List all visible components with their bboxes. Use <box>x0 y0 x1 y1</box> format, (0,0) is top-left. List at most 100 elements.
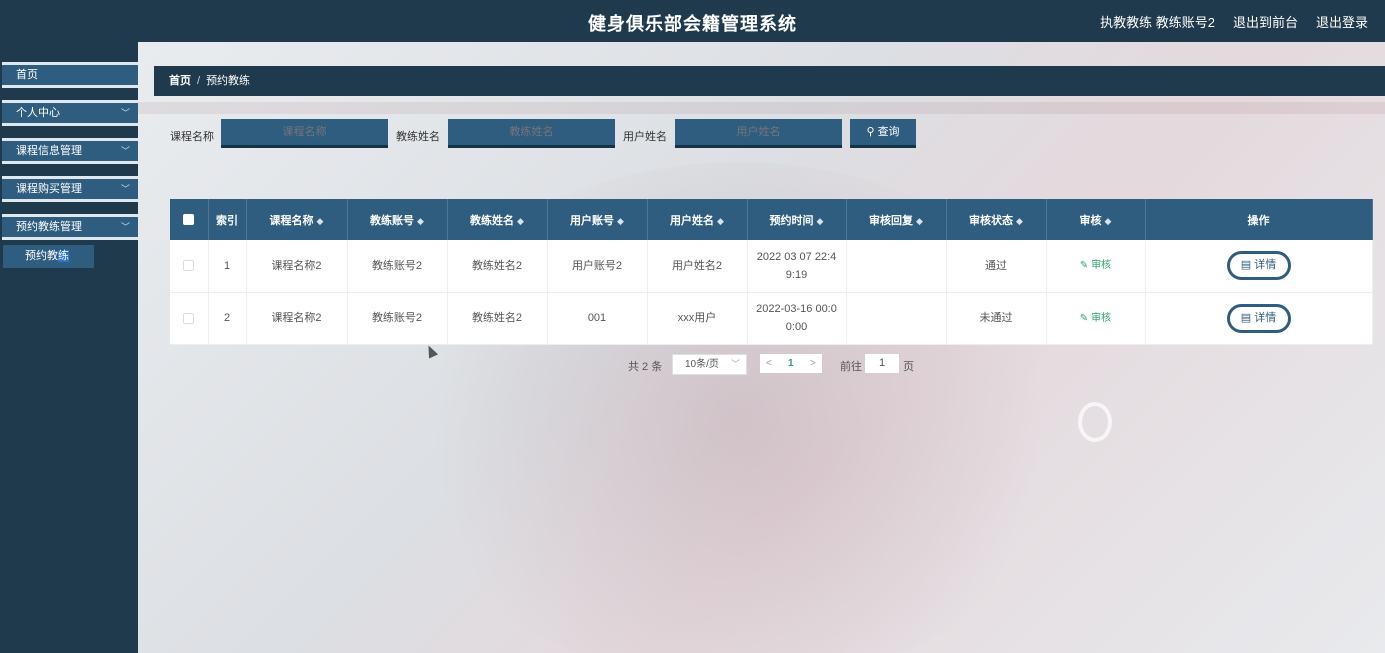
cell-coach-account: 教练账号2 <box>347 292 448 345</box>
breadcrumb-home[interactable]: 首页 <box>169 75 191 87</box>
sort-icon[interactable]: ◆ <box>517 216 524 226</box>
column-header-label: 教练账号 <box>370 214 415 227</box>
current-user-info: 执教教练 教练账号2 <box>1100 15 1215 30</box>
search-icon: ⚲ <box>866 126 875 138</box>
detail-button-label: 详情 <box>1254 311 1277 324</box>
column-header-coach-name[interactable]: 教练姓名 ◆ <box>447 199 548 240</box>
cell-coach-account: 教练账号2 <box>347 240 448 293</box>
sort-icon[interactable]: ◆ <box>417 216 424 226</box>
sidebar-item-course-purchase[interactable]: 课程购买管理 ﹀ <box>2 176 138 202</box>
chevron-down-icon: ﹀ <box>120 184 130 194</box>
sidebar-subitem-book-coach[interactable]: 预约教练 <box>3 245 94 268</box>
sidebar-item-course-info[interactable]: 课程信息管理 ﹀ <box>2 138 138 164</box>
row-checkbox[interactable] <box>183 260 195 272</box>
chevron-up-icon: ﹀ <box>120 222 130 232</box>
column-header-label: 用户姓名 <box>670 214 715 227</box>
sidebar-subitem-label: 预约教 <box>25 250 58 262</box>
column-header-audit-status[interactable]: 审核状态 ◆ <box>946 199 1047 240</box>
search-button[interactable]: ⚲ 查询 <box>850 119 916 148</box>
cell-coach-name: 教练姓名2 <box>447 240 548 293</box>
cell-audit-reply <box>846 240 947 293</box>
sort-icon[interactable]: ◆ <box>1016 216 1023 226</box>
page-number-current[interactable]: 1 <box>788 354 794 373</box>
main-content: 首页/预约教练 课程名称 教练姓名 用户姓名 ⚲ 查询 索引 课程名称◆ 教练账… <box>138 42 1385 653</box>
column-header-audit-reply[interactable]: 审核回复 ◆ <box>846 199 947 240</box>
booking-table: 索引 课程名称 ◆ 教练账号 ◆ 教练姓名 ◆ 用户账号 ◆ 用户姓名 ◆ 预约时间 ◆ 审… <box>170 199 1373 345</box>
logout-link[interactable]: 退出登录 <box>1316 12 1368 31</box>
goto-page-input[interactable]: 1 <box>865 354 899 373</box>
cell-user-account: 001 <box>547 292 648 345</box>
cell-user-name: 用户姓名2 <box>647 240 748 293</box>
audit-link-label: 审核 <box>1091 312 1112 324</box>
sidebar-item-label: 预约教练管理 <box>16 221 82 233</box>
sidebar-item-label: 课程购买管理 <box>16 183 82 195</box>
sidebar-item-personal-center[interactable]: 个人中心 ﹀ <box>2 100 138 126</box>
cell-user-name: xxx用户 <box>647 292 748 345</box>
select-all-checkbox[interactable] <box>183 214 195 226</box>
cell-index: 2 <box>208 292 247 345</box>
column-header-label: 预约时间 <box>769 214 814 227</box>
page-size-select[interactable]: 10条/页 ﹀ <box>672 354 747 375</box>
sort-icon[interactable]: ◆ <box>617 216 624 226</box>
column-header-user-name[interactable]: 用户姓名 ◆ <box>647 199 748 240</box>
page-nav: < 1 > <box>760 354 822 373</box>
sort-icon[interactable]: ◆ <box>317 216 324 226</box>
detail-button-label: 详情 <box>1254 259 1277 272</box>
cell-index: 1 <box>208 240 247 293</box>
sort-icon[interactable]: ◆ <box>717 216 724 226</box>
page-size-value: 10条/页 <box>685 359 719 370</box>
detail-button[interactable]: ▤ 详情 <box>1226 251 1291 281</box>
row-checkbox[interactable] <box>183 312 195 324</box>
sort-icon[interactable]: ◆ <box>916 216 923 226</box>
prev-page-button[interactable]: < <box>766 354 772 373</box>
cell-booking-time: 2022 03 07 22:4 9:19 <box>747 240 847 293</box>
sidebar-item-label: 课程信息管理 <box>16 145 82 157</box>
background-ring <box>1078 402 1112 442</box>
detail-button[interactable]: ▤ 详情 <box>1226 303 1291 333</box>
cell-course: 课程名称2 <box>246 292 348 345</box>
user-name-input[interactable] <box>675 119 842 148</box>
sidebar-item-home[interactable]: 首页 <box>2 62 138 88</box>
breadcrumb: 首页 / 预约教练 <box>154 66 1385 96</box>
sidebar-item-coach-booking[interactable]: 预约教练管理 ﹀ <box>2 214 138 240</box>
chevron-down-icon: ﹀ <box>730 359 740 369</box>
cell-audit: ✎ 审核 <box>1046 240 1146 293</box>
column-header-label: 操作 <box>1247 214 1270 227</box>
column-header-audit[interactable]: 审核 ◆ <box>1046 199 1146 240</box>
audit-link[interactable]: ✎ 审核 <box>1080 260 1111 271</box>
cell-actions: ▤ 详情 <box>1145 292 1373 345</box>
coach-name-input[interactable] <box>448 119 615 148</box>
column-header-label: 课程名称 <box>269 214 314 227</box>
next-page-button[interactable]: > <box>810 354 816 373</box>
row-select-cell[interactable] <box>170 292 209 345</box>
chevron-down-icon: ﹀ <box>120 108 130 118</box>
column-header-booking-time[interactable]: 预约时间 ◆ <box>747 199 847 240</box>
document-icon: ▤ <box>1240 259 1252 272</box>
breadcrumb-current: 预约教练 <box>206 75 251 87</box>
document-icon: ▤ <box>1240 311 1252 324</box>
chevron-down-icon: ﹀ <box>120 146 130 156</box>
audit-link[interactable]: ✎ 审核 <box>1080 313 1111 324</box>
column-header-index: 索引 <box>208 199 247 240</box>
goto-front-link[interactable]: 退出到前台 <box>1233 12 1298 31</box>
table-row: 2 课程名称2 教练账号2 教练姓名2 001 xxx用户 2022-03-16… <box>170 292 1373 345</box>
sort-icon[interactable]: ◆ <box>1105 216 1112 226</box>
column-header-course[interactable]: 课程名称 ◆ <box>246 199 348 240</box>
audit-link-label: 审核 <box>1091 260 1112 272</box>
table-row: 1 课程名称2 教练账号2 教练姓名2 用户账号2 用户姓名2 2022 03 … <box>170 240 1373 293</box>
row-select-cell[interactable] <box>170 240 209 293</box>
sidebar-subitem-label-highlight: 练 <box>58 250 69 262</box>
page-suffix: 页 <box>903 361 914 373</box>
sidebar-item-label: 个人中心 <box>16 107 60 119</box>
pagination-total: 共 2 条 <box>628 361 663 373</box>
cell-audit-status: 通过 <box>946 240 1047 293</box>
select-all-header[interactable] <box>170 199 209 240</box>
sort-icon[interactable]: ◆ <box>817 216 824 226</box>
header-actions: 执教教练 教练账号2 退出到前台 退出登录 <box>1100 12 1368 31</box>
column-header-user-account[interactable]: 用户账号 ◆ <box>547 199 648 240</box>
course-name-input[interactable] <box>221 119 388 148</box>
column-header-coach-account[interactable]: 教练账号 ◆ <box>347 199 448 240</box>
top-header: 健身俱乐部会籍管理系统 执教教练 教练账号2 退出到前台 退出登录 <box>0 0 1385 42</box>
user-name-label: 用户姓名 <box>623 131 667 143</box>
cell-coach-name: 教练姓名2 <box>447 292 548 345</box>
